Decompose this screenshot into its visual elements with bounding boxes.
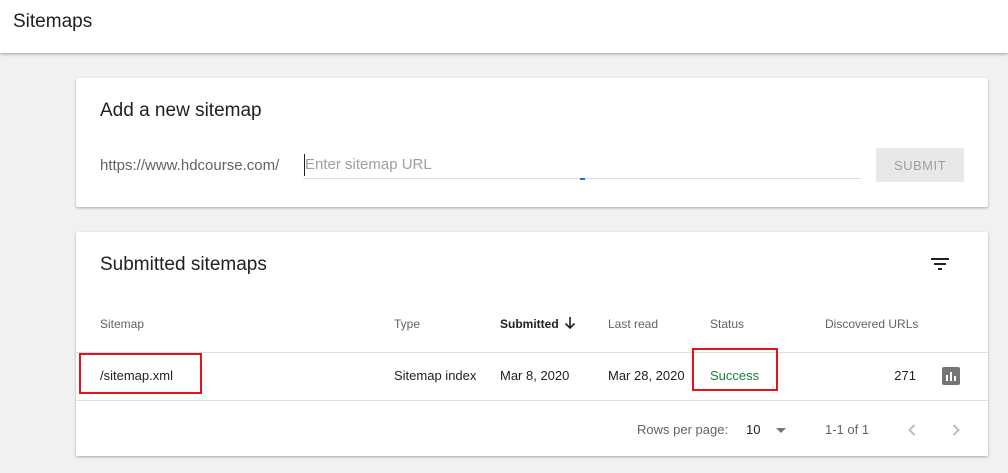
column-header-discovered-urls[interactable]: Discovered URLs	[825, 317, 918, 331]
table-cell-discovered-urls: 271	[894, 368, 916, 383]
url-prefix: https://www.hdcourse.com/	[100, 157, 280, 174]
column-header-submitted[interactable]: Submitted	[500, 317, 559, 331]
rows-per-page-label: Rows per page:	[637, 422, 729, 437]
status-badge: Success	[710, 368, 760, 383]
submit-button[interactable]: SUBMIT	[876, 148, 964, 182]
text-caret	[304, 154, 305, 176]
column-header-status[interactable]: Status	[710, 317, 744, 331]
column-header-type[interactable]: Type	[394, 317, 420, 331]
sitemap-url-input[interactable]	[303, 151, 861, 179]
bar-chart-icon[interactable]	[942, 367, 960, 385]
submitted-sitemaps-title: Submitted sitemaps	[100, 254, 267, 275]
chevron-right-icon[interactable]	[944, 418, 968, 442]
column-header-sitemap[interactable]: Sitemap	[100, 317, 144, 331]
row-divider	[76, 400, 988, 401]
input-focus-indicator	[580, 178, 585, 180]
chevron-down-icon[interactable]	[776, 428, 786, 433]
filter-icon[interactable]	[928, 252, 952, 276]
rows-per-page-select[interactable]: 10	[746, 422, 760, 437]
table-cell-sitemap[interactable]: /sitemap.xml	[100, 368, 173, 383]
page-title: Sitemaps	[13, 11, 93, 32]
header-divider	[76, 352, 988, 353]
top-bar: Sitemaps	[0, 0, 1008, 53]
add-sitemap-title: Add a new sitemap	[100, 100, 262, 121]
submitted-sitemaps-card: Submitted sitemaps Sitemap Type Submitte…	[76, 232, 988, 456]
table-cell-last-read: Mar 28, 2020	[608, 368, 685, 383]
table-cell-submitted: Mar 8, 2020	[500, 368, 570, 383]
arrow-down-icon[interactable]	[563, 315, 577, 331]
table-cell-type: Sitemap index	[394, 368, 477, 383]
column-header-last-read[interactable]: Last read	[608, 317, 658, 331]
chevron-left-icon[interactable]	[900, 418, 924, 442]
add-sitemap-card: Add a new sitemap https://www.hdcourse.c…	[76, 78, 988, 207]
pagination-range: 1-1 of 1	[825, 422, 870, 437]
